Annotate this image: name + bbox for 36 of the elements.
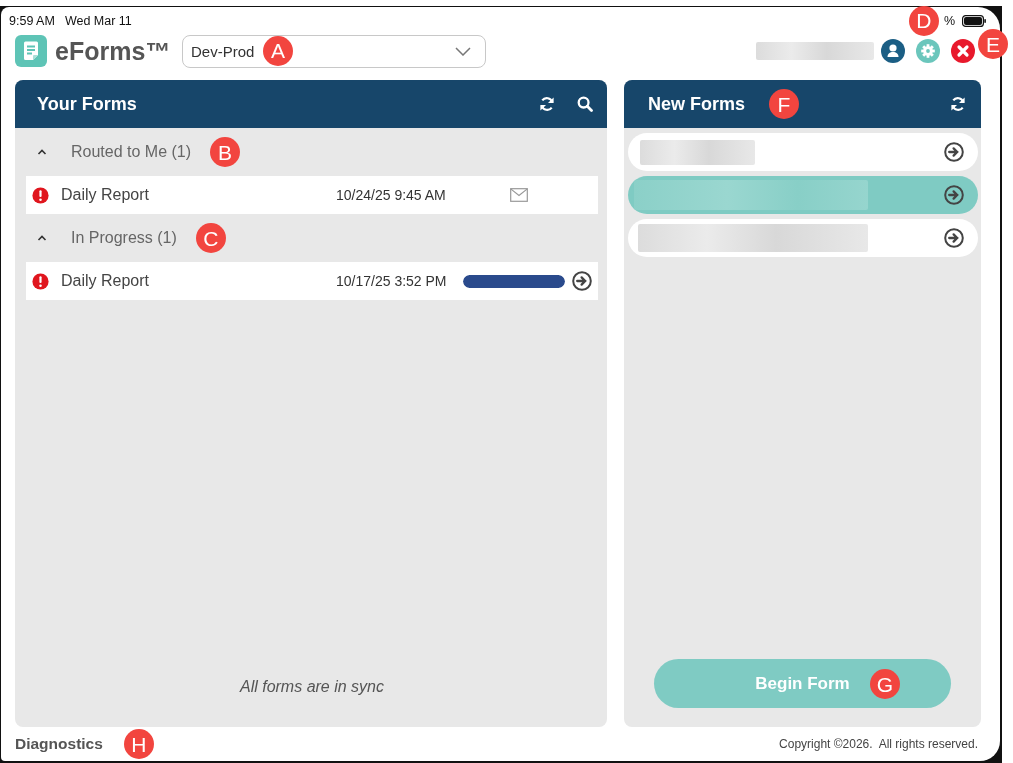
form-name: Daily Report xyxy=(61,272,151,290)
annotation-callout: E xyxy=(978,29,1008,59)
user-icon[interactable] xyxy=(881,39,905,63)
annotation-callout: H xyxy=(123,729,154,759)
panel-title: Your Forms xyxy=(37,93,137,115)
annotation-callout: F xyxy=(769,89,800,119)
battery-icon xyxy=(962,14,986,27)
form-row[interactable]: Daily Report 10/17/25 3:52 PM xyxy=(26,262,598,300)
battery-percent: % xyxy=(943,13,955,28)
close-icon[interactable] xyxy=(951,39,975,63)
diagnostics-link[interactable]: Diagnostics xyxy=(15,735,103,753)
refresh-icon[interactable] xyxy=(950,96,966,112)
group-header[interactable]: In Progress (1) xyxy=(36,229,177,247)
status-time: 9:59 AM xyxy=(9,13,55,28)
chevron-down-icon xyxy=(455,46,471,56)
copyright-text: Copyright ©2026. All rights reserved. xyxy=(779,737,978,751)
status-date: Wed Mar 11 xyxy=(64,13,132,28)
form-row[interactable]: Daily Report 10/24/25 9:45 AM xyxy=(26,176,598,214)
sync-status-text: All forms are in sync xyxy=(239,678,384,695)
group-header[interactable]: Routed to Me (1) xyxy=(36,143,192,161)
arrow-circle-icon[interactable] xyxy=(944,185,964,205)
search-icon[interactable] xyxy=(577,96,593,112)
form-date: 10/24/25 9:45 AM xyxy=(336,187,447,203)
arrow-circle-icon[interactable] xyxy=(944,228,964,248)
app-logo-text: eForms™ xyxy=(55,36,171,66)
panel-title: New Forms xyxy=(648,93,746,115)
annotation-callout: C xyxy=(195,223,226,253)
form-date: 10/17/25 3:52 PM xyxy=(336,273,448,289)
envelope-icon[interactable] xyxy=(510,188,528,202)
arrow-circle-icon[interactable] xyxy=(944,142,964,162)
annotation-callout: D xyxy=(908,5,939,36)
form-name: Daily Report xyxy=(61,186,151,204)
annotation-callout: B xyxy=(210,137,241,167)
logo-icon xyxy=(15,35,47,67)
refresh-icon[interactable] xyxy=(539,96,555,112)
arrow-circle-icon[interactable] xyxy=(572,271,592,291)
